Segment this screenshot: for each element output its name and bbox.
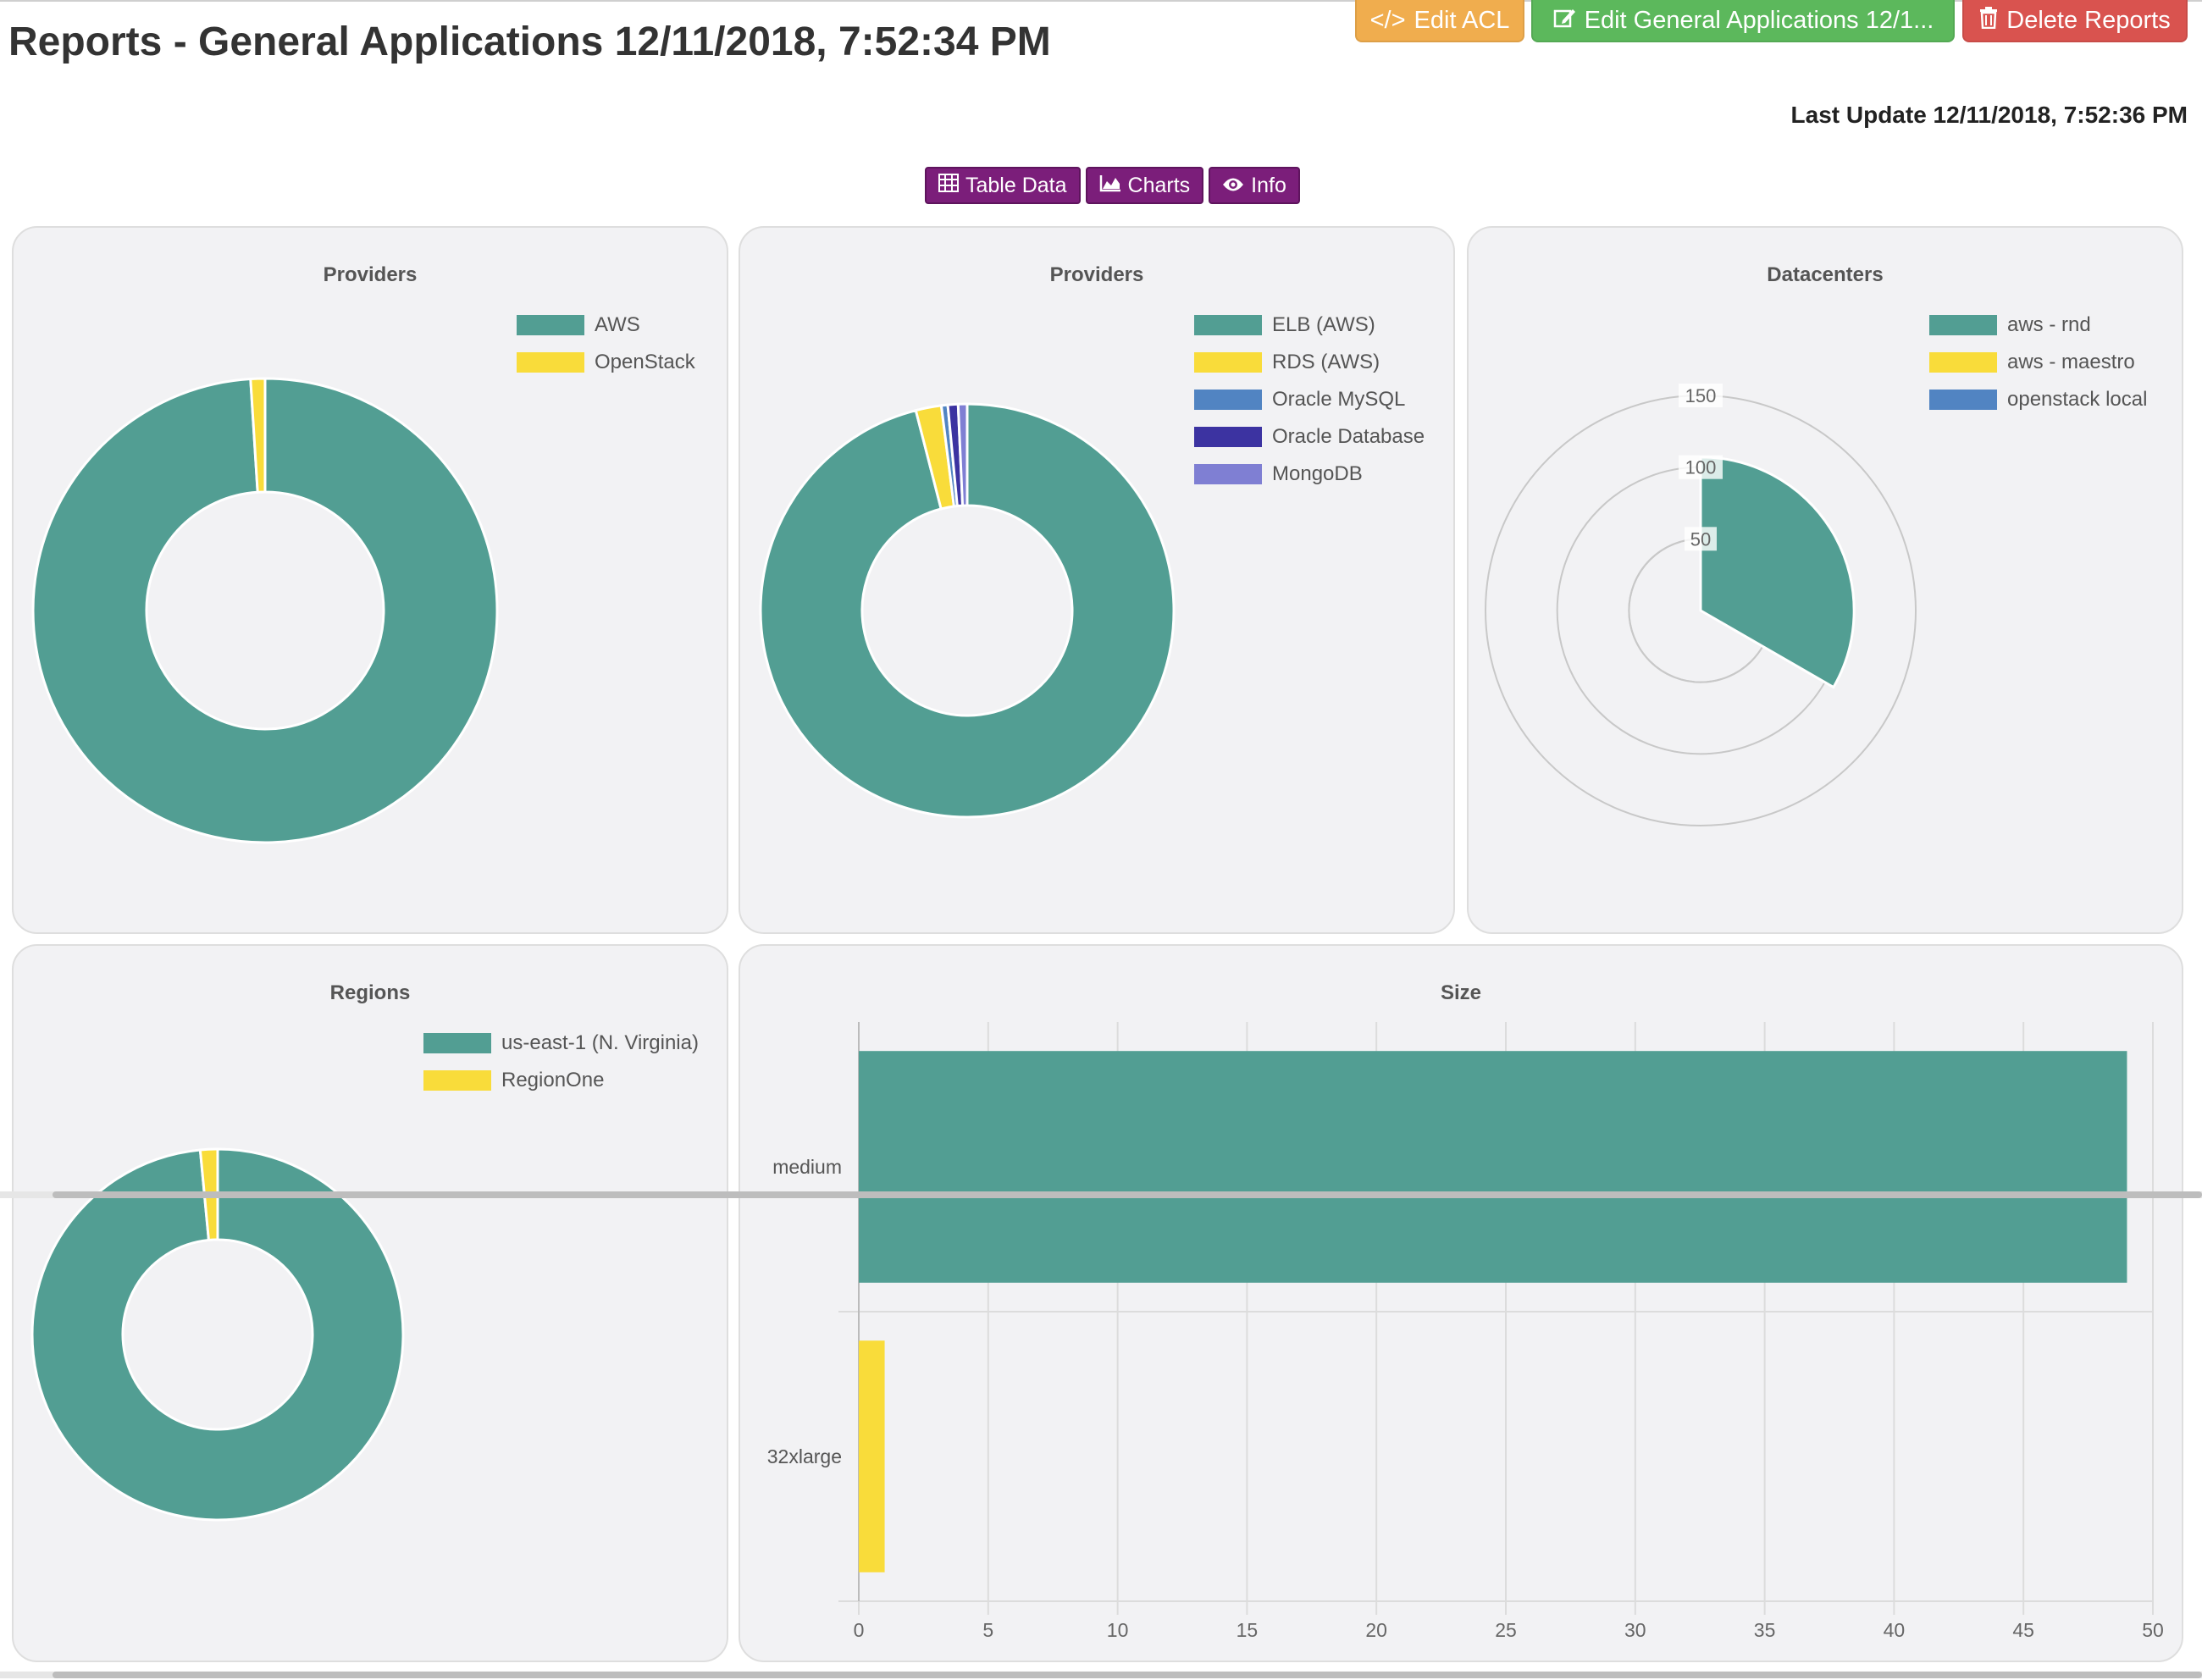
legend-swatch [423, 1070, 491, 1091]
charts-button[interactable]: Charts [1085, 167, 1204, 204]
bar[interactable] [859, 1051, 2127, 1283]
legend-item[interactable]: Oracle Database [1194, 424, 1425, 450]
edit-report-label: Edit General Applications 12/1... [1584, 6, 1934, 34]
polar-area-segment[interactable] [1699, 456, 1856, 689]
scrollbar-thumb[interactable] [53, 1191, 2202, 1198]
legend-item[interactable]: aws - rnd [1929, 312, 2147, 338]
bar[interactable] [859, 1340, 885, 1572]
info-button[interactable]: Info [1209, 167, 1300, 204]
horizontal-scrollbar[interactable] [0, 1191, 2202, 1198]
legend-label: ELB (AWS) [1272, 313, 1375, 336]
legend-label: aws - rnd [2007, 313, 2091, 336]
edit-acl-label: Edit ACL [1414, 6, 1510, 34]
x-tick-label: 45 [2012, 1619, 2034, 1641]
info-label: Info [1251, 173, 1286, 197]
legend-label: aws - maestro [2007, 351, 2135, 373]
legend-label: Oracle Database [1272, 425, 1425, 448]
legend-swatch [1929, 390, 1997, 410]
legend-swatch [1194, 390, 1262, 410]
legend-swatch [1194, 352, 1262, 373]
trash-icon [1979, 7, 1998, 34]
code-icon: </> [1369, 6, 1406, 34]
legend-item[interactable]: AWS [517, 312, 695, 338]
legend-item[interactable]: RDS (AWS) [1194, 350, 1425, 375]
page-title: Reports - General Applications 12/11/201… [8, 19, 1051, 64]
y-category-label: medium [772, 1156, 842, 1178]
table-data-label: Table Data [965, 173, 1067, 197]
x-tick-label: 0 [854, 1619, 865, 1641]
x-tick-label: 5 [982, 1619, 993, 1641]
legend-swatch [1194, 464, 1262, 484]
legend-swatch [517, 315, 584, 335]
legend-item[interactable]: OpenStack [517, 350, 695, 375]
radial-tick-label: 100 [1685, 457, 1717, 478]
regions-chart-panel: Regions us-east-1 (N. Virginia) RegionOne [12, 944, 728, 1662]
scrollbar-thumb[interactable] [53, 1672, 2202, 1678]
legend-label: us-east-1 (N. Virginia) [501, 1031, 699, 1054]
size-chart-panel: Size 0 5 10 15 20 25 30 35 40 45 50 medium 32xlarge [739, 944, 2183, 1662]
edit-acl-button[interactable]: </> Edit ACL [1355, 0, 1524, 42]
legend-swatch [1194, 427, 1262, 447]
y-category-label: 32xlarge [767, 1445, 842, 1467]
chart-legend: AWS OpenStack [517, 312, 695, 375]
legend-label: OpenStack [595, 351, 695, 373]
legend-item[interactable]: us-east-1 (N. Virginia) [423, 1031, 699, 1056]
view-toggle-group: Table Data Charts Info [925, 167, 1300, 204]
legend-item[interactable]: aws - maestro [1929, 350, 2147, 375]
size-bar-chart: 0 5 10 15 20 25 30 35 40 45 50 medium 32xlarge [767, 1022, 2164, 1641]
area-chart-icon [1099, 174, 1121, 198]
legend-swatch [517, 352, 584, 373]
legend-label: RDS (AWS) [1272, 351, 1380, 373]
x-tick-label: 30 [1624, 1619, 1646, 1641]
radial-tick-label: 50 [1690, 528, 1711, 550]
legend-label: MongoDB [1272, 462, 1363, 485]
eye-icon [1222, 174, 1244, 198]
legend-swatch [1929, 315, 1997, 335]
providers-services-chart-panel: Providers ELB (AWS) RDS (AWS) Oracle MySQL… [739, 226, 1455, 934]
last-update: Last Update 12/11/2018, 7:52:36 PM [1790, 102, 2188, 128]
radial-tick-label: 150 [1685, 385, 1717, 406]
x-tick-label: 15 [1237, 1619, 1259, 1641]
providers-chart-panel: Providers AWS OpenStack [12, 226, 728, 934]
x-tick-label: 10 [1107, 1619, 1129, 1641]
table-data-button[interactable]: Table Data [925, 167, 1081, 204]
chart-legend: us-east-1 (N. Virginia) RegionOne [423, 1031, 699, 1093]
charts-label: Charts [1127, 173, 1191, 197]
chart-legend: aws - rnd aws - maestro openstack local [1929, 312, 2147, 412]
x-tick-label: 50 [2142, 1619, 2164, 1641]
legend-item[interactable]: openstack local [1929, 387, 2147, 412]
chart-legend: ELB (AWS) RDS (AWS) Oracle MySQL Oracle Dat… [1194, 312, 1425, 487]
legend-item[interactable]: ELB (AWS) [1194, 312, 1425, 338]
x-tick-label: 25 [1495, 1619, 1517, 1641]
legend-swatch [1929, 352, 1997, 373]
delete-reports-button[interactable]: Delete Reports [1962, 0, 2188, 42]
legend-item[interactable]: Oracle MySQL [1194, 387, 1425, 412]
x-tick-label: 40 [1884, 1619, 1906, 1641]
legend-swatch [423, 1033, 491, 1053]
legend-swatch [1194, 315, 1262, 335]
x-tick-label: 20 [1365, 1619, 1387, 1641]
legend-item[interactable]: RegionOne [423, 1068, 699, 1093]
legend-item[interactable]: MongoDB [1194, 461, 1425, 487]
datacenters-chart-panel: Datacenters 50 100 150 aws - rnd aws - maes… [1467, 226, 2183, 934]
legend-label: AWS [595, 313, 640, 336]
legend-label: RegionOne [501, 1069, 605, 1091]
x-tick-label: 35 [1754, 1619, 1776, 1641]
table-icon [938, 173, 959, 198]
edit-icon [1552, 6, 1576, 35]
bottom-scrollbar[interactable] [0, 1672, 2202, 1678]
edit-report-button[interactable]: Edit General Applications 12/1... [1531, 0, 1955, 42]
legend-label: Oracle MySQL [1272, 388, 1406, 411]
delete-reports-label: Delete Reports [2006, 6, 2171, 34]
legend-label: openstack local [2007, 388, 2148, 411]
